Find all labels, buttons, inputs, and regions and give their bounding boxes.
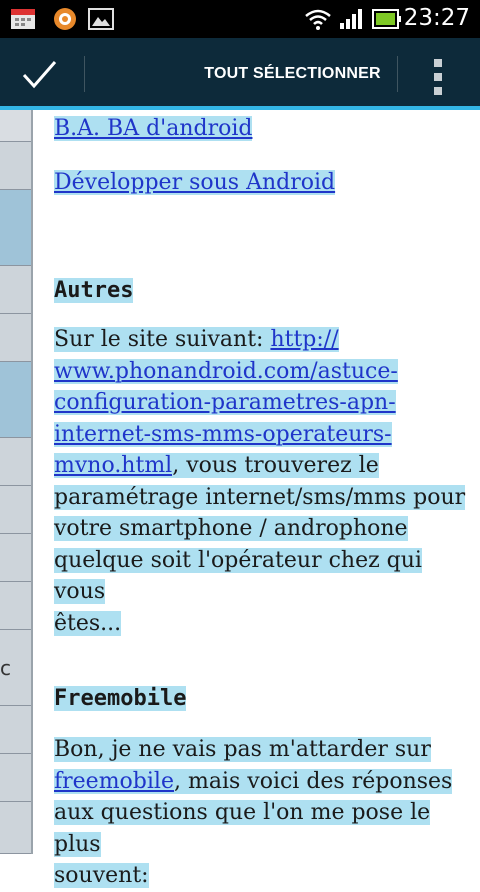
battery-icon bbox=[372, 9, 401, 29]
status-clock: 23:27 bbox=[403, 5, 470, 31]
heading-freemobile: Freemobile bbox=[54, 686, 187, 711]
link-phonandroid[interactable]: www.phonandroid.com/astuce- bbox=[54, 358, 398, 384]
link-developper-android[interactable]: Développer sous Android bbox=[54, 170, 336, 195]
link-ba-ba-android[interactable]: B.A. BA d'android bbox=[54, 116, 253, 141]
action-bar-divider bbox=[84, 56, 85, 92]
ba-ba-paragraph: B.A. BA d'android bbox=[54, 113, 474, 145]
checkmark-icon bbox=[22, 61, 57, 89]
action-bar-divider bbox=[397, 56, 398, 92]
signal-icon bbox=[340, 9, 362, 29]
gallery-icon bbox=[88, 8, 114, 30]
heading-autres: Autres bbox=[54, 278, 134, 303]
link-freemobile[interactable]: freemobile bbox=[54, 768, 174, 794]
autres-paragraph: Sur le site suivant: http:// www.phonand… bbox=[54, 327, 466, 636]
app-notification-icon bbox=[54, 8, 76, 30]
left-strip-text: c bbox=[0, 656, 11, 680]
done-button[interactable] bbox=[0, 38, 82, 108]
calendar-icon bbox=[11, 9, 35, 29]
developper-paragraph: Développer sous Android bbox=[54, 167, 474, 199]
select-all-button[interactable]: TOUT SÉLECTIONNER bbox=[190, 38, 395, 108]
link-phonandroid[interactable]: http:// bbox=[270, 327, 339, 352]
status-bar: 23:27 bbox=[0, 0, 480, 38]
link-phonandroid[interactable]: mvno.html bbox=[54, 453, 173, 478]
link-phonandroid[interactable]: internet-sms-mms-operateurs- bbox=[54, 421, 392, 447]
contextual-action-bar: TOUT SÉLECTIONNER bbox=[0, 38, 480, 108]
left-panel-strip: c bbox=[0, 110, 33, 854]
overflow-menu-button[interactable] bbox=[414, 38, 464, 108]
wifi-icon bbox=[305, 9, 331, 30]
freemobile-paragraph: Bon, je ne vais pas m'attarder sur freem… bbox=[54, 737, 453, 888]
link-phonandroid[interactable]: configuration-parametres-apn- bbox=[54, 390, 396, 415]
action-bar-accent-line bbox=[0, 106, 480, 110]
